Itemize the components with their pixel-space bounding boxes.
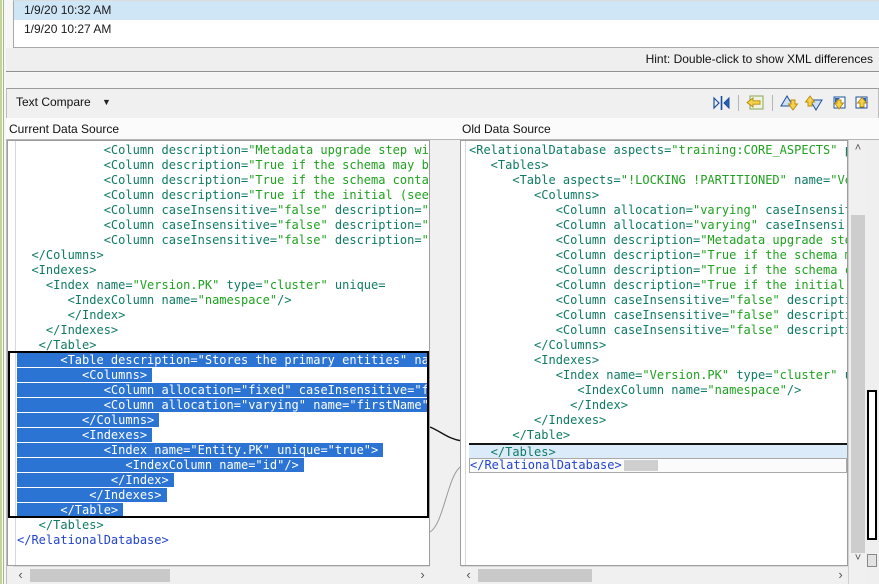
hint-bar: Hint: Double-click to show XML differenc… xyxy=(6,48,879,72)
scroll-down-icon[interactable]: ˅ xyxy=(849,550,867,567)
caret-block xyxy=(624,460,658,471)
code-line: </Table> xyxy=(469,428,847,443)
compare-toolbar: Text Compare ▼ xyxy=(6,88,879,118)
code-line: <Column description="True if the schema … xyxy=(17,158,429,173)
code-line: <Indexes> xyxy=(469,353,847,368)
horizontal-scroll-thumb[interactable] xyxy=(478,569,592,582)
code-line: <Indexes> xyxy=(17,428,429,443)
code-line: <Column caseInsensitive="false" descript… xyxy=(469,323,847,338)
code-line: </Tables> xyxy=(469,443,847,458)
compare-mode-dropdown[interactable]: Text Compare xyxy=(16,95,91,109)
code-line: </Tables> xyxy=(17,518,429,533)
code-line: <Column allocation="fixed" caseInsensiti… xyxy=(17,383,429,398)
code-line: <Indexes> xyxy=(17,263,429,278)
left-pane-title: Current Data Source xyxy=(9,122,119,136)
code-line: <Column allocation="varying" caseInsensi… xyxy=(469,203,847,218)
horizontal-scrollbar-left[interactable]: ‹ › xyxy=(13,566,430,584)
code-line: <Column description="True if the schema … xyxy=(469,263,847,278)
scroll-right-icon[interactable]: › xyxy=(833,567,848,584)
code-line: <Column caseInsensitive="false" descript… xyxy=(17,218,429,233)
code-line: <Column caseInsensitive="false" descript… xyxy=(17,203,429,218)
code-line: <Table description="Stores the primary e… xyxy=(17,353,429,368)
history-list: 1/9/20 10:32 AM 1/9/20 10:27 AM xyxy=(13,0,879,48)
code-line: <Column allocation="varying" caseInsensi xyxy=(469,218,847,233)
code-line: <Index name="Entity.PK" unique="true"> xyxy=(17,443,429,458)
code-area-right[interactable]: <RelationalDatabase aspects="training:CO… xyxy=(461,143,847,473)
spacer xyxy=(6,73,879,88)
right-pane-title: Old Data Source xyxy=(462,122,551,136)
current-diff-marker[interactable] xyxy=(867,390,877,540)
code-line: </Indexes> xyxy=(17,323,429,338)
code-line: <Table aspects="!LOCKING !PARTITIONED" n… xyxy=(469,173,847,188)
next-change-icon[interactable] xyxy=(828,94,847,112)
code-line: <Column description="Metadata upgrade st… xyxy=(17,143,429,158)
window-edge xyxy=(0,0,4,584)
code-line: <Column allocation="varying" name="first… xyxy=(17,398,429,413)
code-line: <Index name="Version.PK" type="cluster" … xyxy=(469,368,847,383)
hint-text: Hint: Double-click to show XML differenc… xyxy=(646,52,873,66)
vertical-scrollbar[interactable]: ˄ ˅ xyxy=(848,140,866,584)
code-line: <IndexColumn name="namespace"/> xyxy=(17,293,429,308)
code-line: <RelationalDatabase aspects="training:CO… xyxy=(469,143,847,158)
scroll-left-icon[interactable]: ‹ xyxy=(461,567,476,584)
code-line: <Column description="Metadata upgrade st… xyxy=(469,233,847,248)
code-line: <Column description="True if the schema … xyxy=(469,248,847,263)
pane-gutter xyxy=(8,141,16,565)
list-item[interactable]: 1/9/20 10:27 AM xyxy=(14,20,879,39)
chevron-down-icon[interactable]: ▼ xyxy=(102,97,111,107)
code-line: </Indexes> xyxy=(17,488,429,503)
code-line: </Columns> xyxy=(17,248,429,263)
code-line: </RelationalDatabase> xyxy=(469,458,847,473)
scroll-right-icon[interactable]: › xyxy=(415,567,430,584)
pane-headers: Current Data Source Old Data Source xyxy=(6,118,879,140)
code-line: </Table> xyxy=(17,503,429,518)
code-line: </Table> xyxy=(17,338,429,353)
old-source-pane[interactable]: <RelationalDatabase aspects="training:CO… xyxy=(460,140,848,566)
diff-connector-lines xyxy=(428,140,462,566)
code-line: <Tables> xyxy=(469,158,847,173)
pane-gutter xyxy=(461,141,466,565)
code-line: <IndexColumn name="namespace"/> xyxy=(469,383,847,398)
horizontal-scroll-thumb[interactable] xyxy=(30,569,170,582)
code-line: </Columns> xyxy=(17,413,429,428)
code-line: <Index name="Version.PK" type="cluster" … xyxy=(17,278,429,293)
code-line: <Column caseInsensitive="false" descript… xyxy=(17,233,429,248)
code-line: <Columns> xyxy=(469,188,847,203)
code-area-left[interactable]: <Column description="Metadata upgrade st… xyxy=(8,143,429,548)
vertical-scroll-thumb[interactable] xyxy=(851,215,865,553)
previous-difference-icon[interactable] xyxy=(804,94,823,112)
swap-left-right-icon[interactable] xyxy=(712,94,731,112)
previous-change-icon[interactable] xyxy=(852,94,871,112)
code-line: <Column description="True if the initial… xyxy=(17,188,429,203)
list-item[interactable]: 1/9/20 10:32 AM xyxy=(14,1,879,20)
toolbar-separator xyxy=(772,95,773,111)
code-line: </Index> xyxy=(17,473,429,488)
code-line: <Column description="True if the schema … xyxy=(17,173,429,188)
diff-marker[interactable] xyxy=(867,554,877,567)
copy-right-to-left-icon[interactable] xyxy=(746,94,765,112)
code-line: </Index> xyxy=(469,398,847,413)
code-line: </Index> xyxy=(17,308,429,323)
current-source-pane[interactable]: <Column description="Metadata upgrade st… xyxy=(7,140,430,566)
scroll-left-icon[interactable]: ‹ xyxy=(13,567,28,584)
horizontal-scrollbar-right[interactable]: ‹ › xyxy=(461,566,848,584)
next-difference-icon[interactable] xyxy=(780,94,799,112)
code-line: <Column description="True if the initial… xyxy=(469,278,847,293)
code-line: <Column caseInsensitive="false" descript… xyxy=(469,308,847,323)
code-line: </Columns> xyxy=(469,338,847,353)
toolbar-separator xyxy=(738,95,739,111)
code-line: </RelationalDatabase> xyxy=(17,533,429,548)
code-line: </Indexes> xyxy=(469,413,847,428)
code-line: <Column caseInsensitive="false" descript… xyxy=(469,293,847,308)
scroll-up-icon[interactable]: ˄ xyxy=(849,140,867,157)
code-line: <IndexColumn name="id"/> xyxy=(17,458,429,473)
overview-ruler[interactable] xyxy=(866,140,879,584)
code-line: <Columns> xyxy=(17,368,429,383)
